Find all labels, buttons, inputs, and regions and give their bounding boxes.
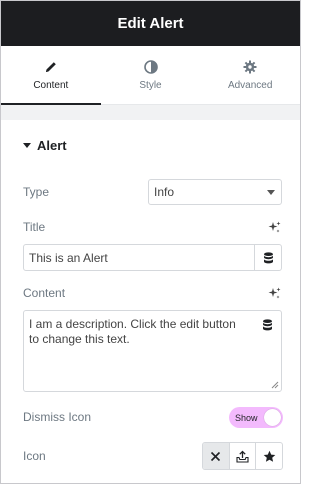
tab-advanced[interactable]: Advanced [200,46,300,104]
title-input[interactable] [24,245,254,270]
ai-sparkle-icon[interactable] [268,287,281,300]
content-field: I am a description. Click the edit butto… [23,310,282,392]
pencil-icon [45,61,56,72]
icon-option-library[interactable] [255,443,282,469]
editor-panel: Edit Alert Content Style Advanced Alert … [0,0,301,484]
tab-style[interactable]: Style [101,46,201,104]
content-textarea[interactable]: I am a description. Click the edit butto… [24,311,254,391]
panel-title: Edit Alert [117,15,184,32]
icon-option-none[interactable] [203,443,229,469]
type-label: Type [23,185,50,199]
toggle-text: Show [235,412,258,423]
toggle-knob [264,409,281,426]
title-label: Title [23,220,46,234]
section-toggle[interactable]: Alert [23,138,67,153]
panel-header: Edit Alert [1,1,300,46]
star-icon [263,450,275,462]
dynamic-tags-button[interactable] [254,245,281,270]
tab-label: Style [139,79,162,91]
close-icon [211,451,221,461]
dismiss-icon-label: Dismiss Icon [23,410,92,424]
gear-icon [243,60,257,73]
type-select[interactable]: Info [148,179,282,205]
database-icon [263,251,273,263]
database-icon [263,319,272,331]
tab-bar: Content Style Advanced [1,46,300,105]
tab-label: Content [33,79,69,91]
chevron-down-icon [267,189,275,195]
tab-content[interactable]: Content [1,46,101,105]
dynamic-tags-button[interactable] [254,311,281,391]
type-select-value: Info [154,185,175,199]
tab-label: Advanced [227,79,273,91]
section-title: Alert [37,138,67,153]
icon-option-upload[interactable] [228,443,256,469]
caret-down-icon [23,143,31,148]
title-field [23,244,282,271]
dismiss-icon-toggle[interactable]: Show [229,407,283,428]
half-circle-icon [143,59,158,74]
ai-sparkle-icon[interactable] [268,221,281,234]
resize-grip-icon[interactable] [271,381,279,389]
alert-section: Alert Type Info Title Content [1,120,300,483]
upload-icon [236,450,249,463]
icon-label: Icon [23,449,46,463]
content-label: Content [23,286,66,300]
icon-chooser [202,442,283,470]
